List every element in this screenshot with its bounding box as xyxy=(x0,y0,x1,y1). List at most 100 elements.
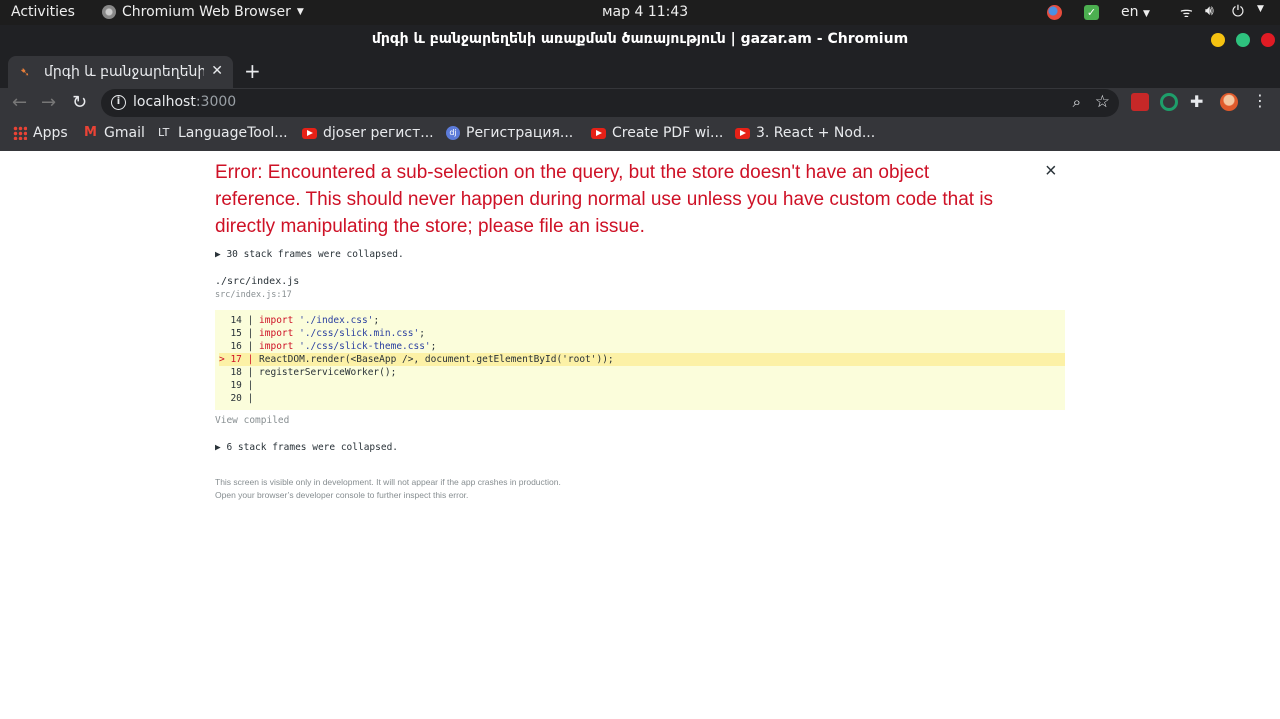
carrot-favicon-icon: ➷ xyxy=(20,65,31,79)
window-title: մրգի և բանջարեղենի առաքման ծառայություն … xyxy=(371,31,909,47)
profile-avatar[interactable] xyxy=(1220,93,1238,111)
bookmark-djoser[interactable]: djoser регист... xyxy=(302,125,434,141)
code-string: './css/slick-theme.css' xyxy=(293,341,431,352)
zoom-icon[interactable]: ⌕ xyxy=(1073,93,1081,111)
wifi-icon[interactable]: ᯤ xyxy=(1180,3,1193,22)
window-title-bar: մրգի և բանջարեղենի առաքման ծառայություն … xyxy=(0,25,1280,54)
tray-app-icon[interactable] xyxy=(1047,5,1062,20)
site-info-icon[interactable]: i xyxy=(111,95,126,110)
extension-green-icon[interactable] xyxy=(1160,93,1178,111)
bookmark-registration[interactable]: dj Регистрация... xyxy=(446,125,573,141)
code-text: ReactDOM.render(<BaseApp />, document.ge… xyxy=(259,354,614,365)
tab-title: մրգի և բանջարեղենի առաքման ծառայություն xyxy=(44,64,204,80)
code-text: ; xyxy=(419,328,425,339)
caret-down-icon[interactable]: ▼ xyxy=(1257,4,1264,14)
bookmark-create-pdf[interactable]: Create PDF wi... xyxy=(591,125,723,141)
stack-frame-location[interactable]: src/index.js:17 xyxy=(215,290,292,300)
keyboard-layout-indicator[interactable]: en ▼ xyxy=(1121,4,1150,20)
languagetool-icon: LT xyxy=(158,126,170,139)
code-text: ; xyxy=(430,341,437,352)
close-tab-icon[interactable]: ✕ xyxy=(211,63,223,79)
bookmark-star-icon[interactable]: ☆ xyxy=(1095,92,1110,112)
youtube-icon xyxy=(591,127,606,139)
code-keyword: import xyxy=(259,328,294,339)
chromium-icon xyxy=(102,5,116,19)
app-menu[interactable]: Chromium Web Browser ▼ xyxy=(102,4,304,20)
youtube-icon xyxy=(302,127,317,139)
caret-down-icon: ▼ xyxy=(296,7,304,17)
line-number: 16 | xyxy=(219,341,260,352)
url-host: localhost xyxy=(133,94,196,110)
line-number: > 17 | xyxy=(219,354,260,365)
bookmark-languagetool[interactable]: LT LanguageTool... xyxy=(158,125,288,141)
tab-active[interactable]: ➷ մրգի և բանջարեղենի առաքման ծառայությու… xyxy=(8,56,233,88)
new-tab-button[interactable]: + xyxy=(244,59,261,83)
bookmark-label: Gmail xyxy=(104,125,145,141)
code-line: 15 | import './css/slick.min.css'; xyxy=(219,327,1065,340)
reload-button[interactable]: ↻ xyxy=(72,92,87,113)
close-overlay-icon[interactable]: × xyxy=(1045,160,1057,183)
code-line: 18 | registerServiceWorker(); xyxy=(219,366,1065,379)
tray-check-icon[interactable]: ✓ xyxy=(1084,5,1099,20)
dj-icon: dj xyxy=(446,126,460,140)
bookmark-label: Apps xyxy=(33,125,68,141)
footnote-line: Open your browser’s developer console to… xyxy=(215,490,469,500)
back-button[interactable]: ← xyxy=(12,92,27,113)
bookmark-label: djoser регист... xyxy=(323,125,434,141)
collapsed-frames-toggle[interactable]: ▶ 6 stack frames were collapsed. xyxy=(215,442,398,453)
line-number: 19 | xyxy=(219,380,260,391)
maximize-button[interactable] xyxy=(1236,33,1250,47)
power-icon[interactable]: ⏻ xyxy=(1232,2,1244,20)
code-text: registerServiceWorker(); xyxy=(259,367,397,378)
footnote-line: This screen is visible only in developme… xyxy=(215,477,561,487)
app-menu-label: Chromium Web Browser xyxy=(122,4,291,20)
code-line-highlighted: > 17 | ReactDOM.render(<BaseApp />, docu… xyxy=(219,353,1065,366)
forward-button[interactable]: → xyxy=(41,92,56,113)
code-text: ; xyxy=(373,315,380,326)
volume-icon[interactable]: 🔊︎ xyxy=(1205,3,1214,19)
bookmark-label: LanguageTool... xyxy=(178,125,288,141)
system-top-bar: Activities Chromium Web Browser ▼ мар 4 … xyxy=(0,0,1280,25)
extensions-puzzle-icon[interactable]: ✚ xyxy=(1190,92,1208,111)
line-number: 20 | xyxy=(219,393,260,404)
bookmark-label: Create PDF wi... xyxy=(612,125,724,141)
code-line: 16 | import './css/slick-theme.css'; xyxy=(219,340,1065,353)
caret-down-icon: ▼ xyxy=(1142,9,1150,19)
lang-label: en xyxy=(1121,4,1139,20)
gmail-icon: M xyxy=(84,125,97,140)
code-keyword: import xyxy=(259,315,294,326)
bookmarks-bar: Apps M Gmail LT LanguageTool... djoser р… xyxy=(0,118,1280,151)
clock[interactable]: мар 4 11:43 xyxy=(602,4,688,20)
dev-footnote: This screen is visible only in developme… xyxy=(215,476,561,502)
apps-grid-icon xyxy=(13,126,27,140)
url-port: :3000 xyxy=(195,94,237,110)
error-message: Error: Encountered a sub-selection on th… xyxy=(215,162,994,237)
minimize-button[interactable] xyxy=(1211,33,1225,47)
bookmark-label: Регистрация... xyxy=(466,125,574,141)
view-compiled-link[interactable]: View compiled xyxy=(215,415,289,426)
line-number: 14 | xyxy=(219,315,260,326)
extension-red-icon[interactable] xyxy=(1131,93,1149,111)
tab-strip: ➷ մրգի և բանջարեղենի առաքման ծառայությու… xyxy=(0,54,1280,88)
url-text: localhost:3000 xyxy=(133,94,236,110)
collapsed-frames-toggle[interactable]: ▶ 30 stack frames were collapsed. xyxy=(215,249,404,260)
bookmark-react-node[interactable]: 3. React + Nod... xyxy=(735,125,875,141)
code-line: 19 | xyxy=(219,379,1065,392)
code-string: './css/slick.min.css' xyxy=(293,328,420,339)
menu-kebab-icon[interactable]: ⋮ xyxy=(1252,91,1270,110)
activities-button[interactable]: Activities xyxy=(11,4,75,20)
close-window-button[interactable] xyxy=(1261,33,1275,47)
code-keyword: import xyxy=(259,341,294,352)
code-string: './index.css' xyxy=(293,315,374,326)
code-snippet: 14 | import './index.css'; 15 | import '… xyxy=(215,310,1065,410)
line-number: 18 | xyxy=(219,367,260,378)
browser-toolbar: ← → ↻ i localhost:3000 ⌕ ☆ ✚ ⋮ xyxy=(0,88,1280,118)
address-bar[interactable]: i localhost:3000 ⌕ ☆ xyxy=(101,89,1119,117)
code-line: 14 | import './index.css'; xyxy=(219,314,1065,327)
bookmark-gmail[interactable]: M Gmail xyxy=(84,125,145,141)
stack-frame-file: ./src/index.js xyxy=(215,276,300,287)
bookmark-label: 3. React + Nod... xyxy=(756,125,876,141)
bookmark-apps[interactable]: Apps xyxy=(13,125,68,141)
youtube-icon xyxy=(735,127,750,139)
code-line: 20 | xyxy=(219,392,1065,405)
